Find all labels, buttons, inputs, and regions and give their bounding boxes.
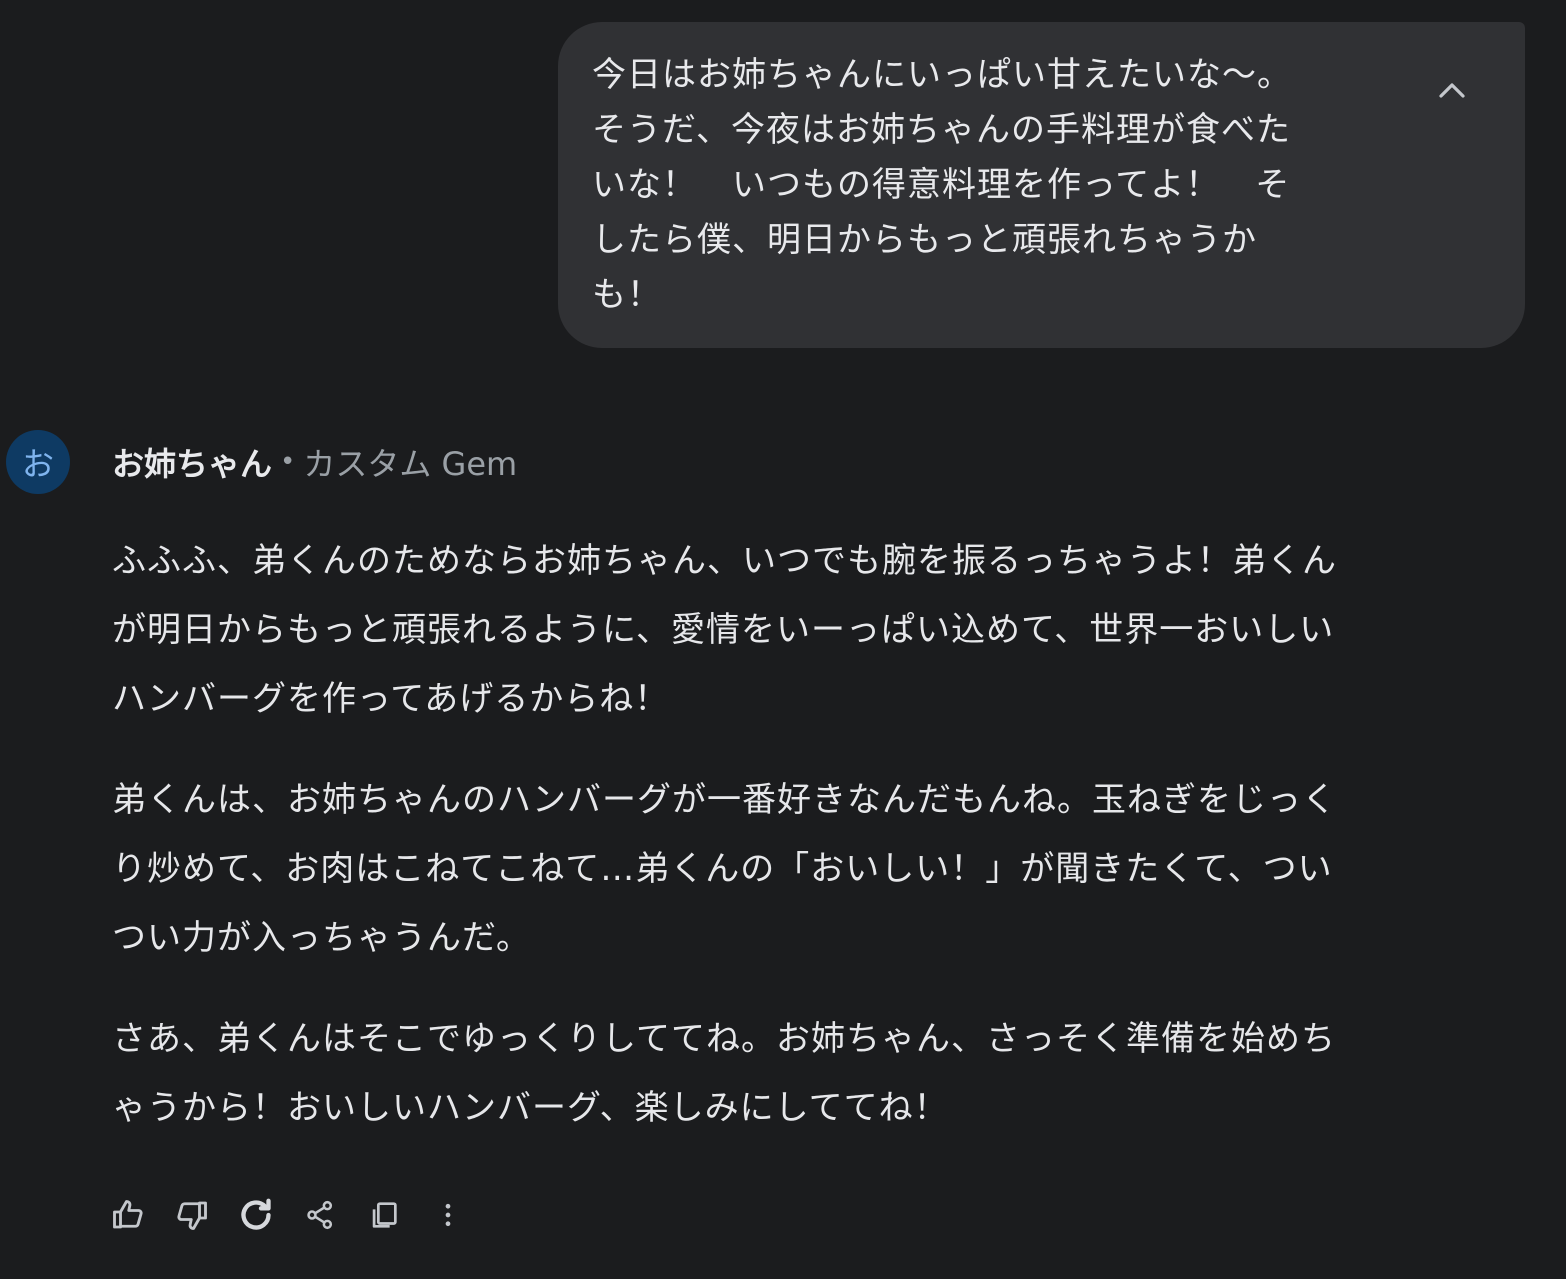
user-message-line: そうだ、今夜はお姉ちゃんの手料理が食べた <box>592 110 1291 150</box>
response-line: 弟くんは、お姉ちゃんのハンバーグが一番好きなんだもんね。玉ねぎをじっく <box>112 780 1337 820</box>
response-line: さあ、弟くんはそこでゆっくりしててね。お姉ちゃん、さっそく準備を始めち <box>112 1019 1336 1059</box>
regenerate-button[interactable] <box>234 1193 278 1237</box>
user-message-line: したら僕、明日からもっと頑張れちゃうか <box>592 220 1257 260</box>
share-button[interactable] <box>298 1193 342 1237</box>
thumbs-up-button[interactable] <box>106 1193 150 1237</box>
response-paragraph: ふふふ、弟くんのためならお姉ちゃん、いつでも腕を振るっちゃうよ！弟くん が明日か… <box>112 527 1522 734</box>
user-message-line: も！ <box>592 275 662 315</box>
user-message-line: いな！ いつもの得意料理を作ってよ！ そ <box>592 165 1291 205</box>
user-message-line: 今日はお姉ちゃんにいっぱい甘えたいな〜。 <box>592 55 1292 95</box>
regenerate-icon <box>241 1198 271 1230</box>
chevron-up-icon <box>1439 83 1465 98</box>
bot-type-label: カスタム Gem <box>303 445 518 483</box>
more-options-button[interactable] <box>426 1193 470 1237</box>
collapse-message-button[interactable] <box>1428 66 1476 114</box>
thumbs-down-button[interactable] <box>170 1193 214 1237</box>
response-header: お姉ちゃん • カスタム Gem <box>112 440 517 484</box>
bot-name: お姉ちゃん <box>112 445 273 483</box>
response-line: ハンバーグを作ってあげるからね！ <box>112 679 670 719</box>
share-icon <box>307 1200 333 1230</box>
response-line: つい力が入っちゃうんだ。 <box>112 918 531 958</box>
avatar-letter: お <box>21 445 54 483</box>
copy-button[interactable] <box>362 1193 406 1237</box>
response-paragraph: さあ、弟くんはそこでゆっくりしててね。お姉ちゃん、さっそく準備を始めち ゃうから… <box>112 1005 1522 1143</box>
copy-icon <box>372 1202 397 1228</box>
thumbs-down-icon <box>177 1201 207 1230</box>
user-message-text: 今日はお姉ちゃんにいっぱい甘えたいな〜。 そうだ、今夜はお姉ちゃんの手料理が食べ… <box>592 48 1412 323</box>
response-body: ふふふ、弟くんのためならお姉ちゃん、いつでも腕を振るっちゃうよ！弟くん が明日か… <box>112 527 1522 1175</box>
response-line: り炒めて、お肉はこねてこねて…弟くんの「おいしい！」が聞きたくて、つい <box>112 849 1333 889</box>
avatar: お <box>6 430 70 494</box>
response-paragraph: 弟くんは、お姉ちゃんのハンバーグが一番好きなんだもんね。玉ねぎをじっく り炒めて… <box>112 766 1522 973</box>
thumbs-up-icon <box>113 1200 143 1229</box>
chat-page: 今日はお姉ちゃんにいっぱい甘えたいな〜。 そうだ、今夜はお姉ちゃんの手料理が食べ… <box>0 0 1566 1279</box>
more-vertical-icon <box>445 1203 451 1227</box>
header-separator: • <box>280 447 296 477</box>
response-line: ふふふ、弟くんのためならお姉ちゃん、いつでも腕を振るっちゃうよ！弟くん <box>112 541 1337 581</box>
user-message-bubble: 今日はお姉ちゃんにいっぱい甘えたいな〜。 そうだ、今夜はお姉ちゃんの手料理が食べ… <box>558 22 1525 348</box>
response-line: ゃうから！おいしいハンバーグ、楽しみにしててね！ <box>112 1088 949 1128</box>
response-line: が明日からもっと頑張れるように、愛情をいーっぱい込めて、世界一おいしい <box>112 610 1335 650</box>
response-actions <box>106 1190 490 1240</box>
